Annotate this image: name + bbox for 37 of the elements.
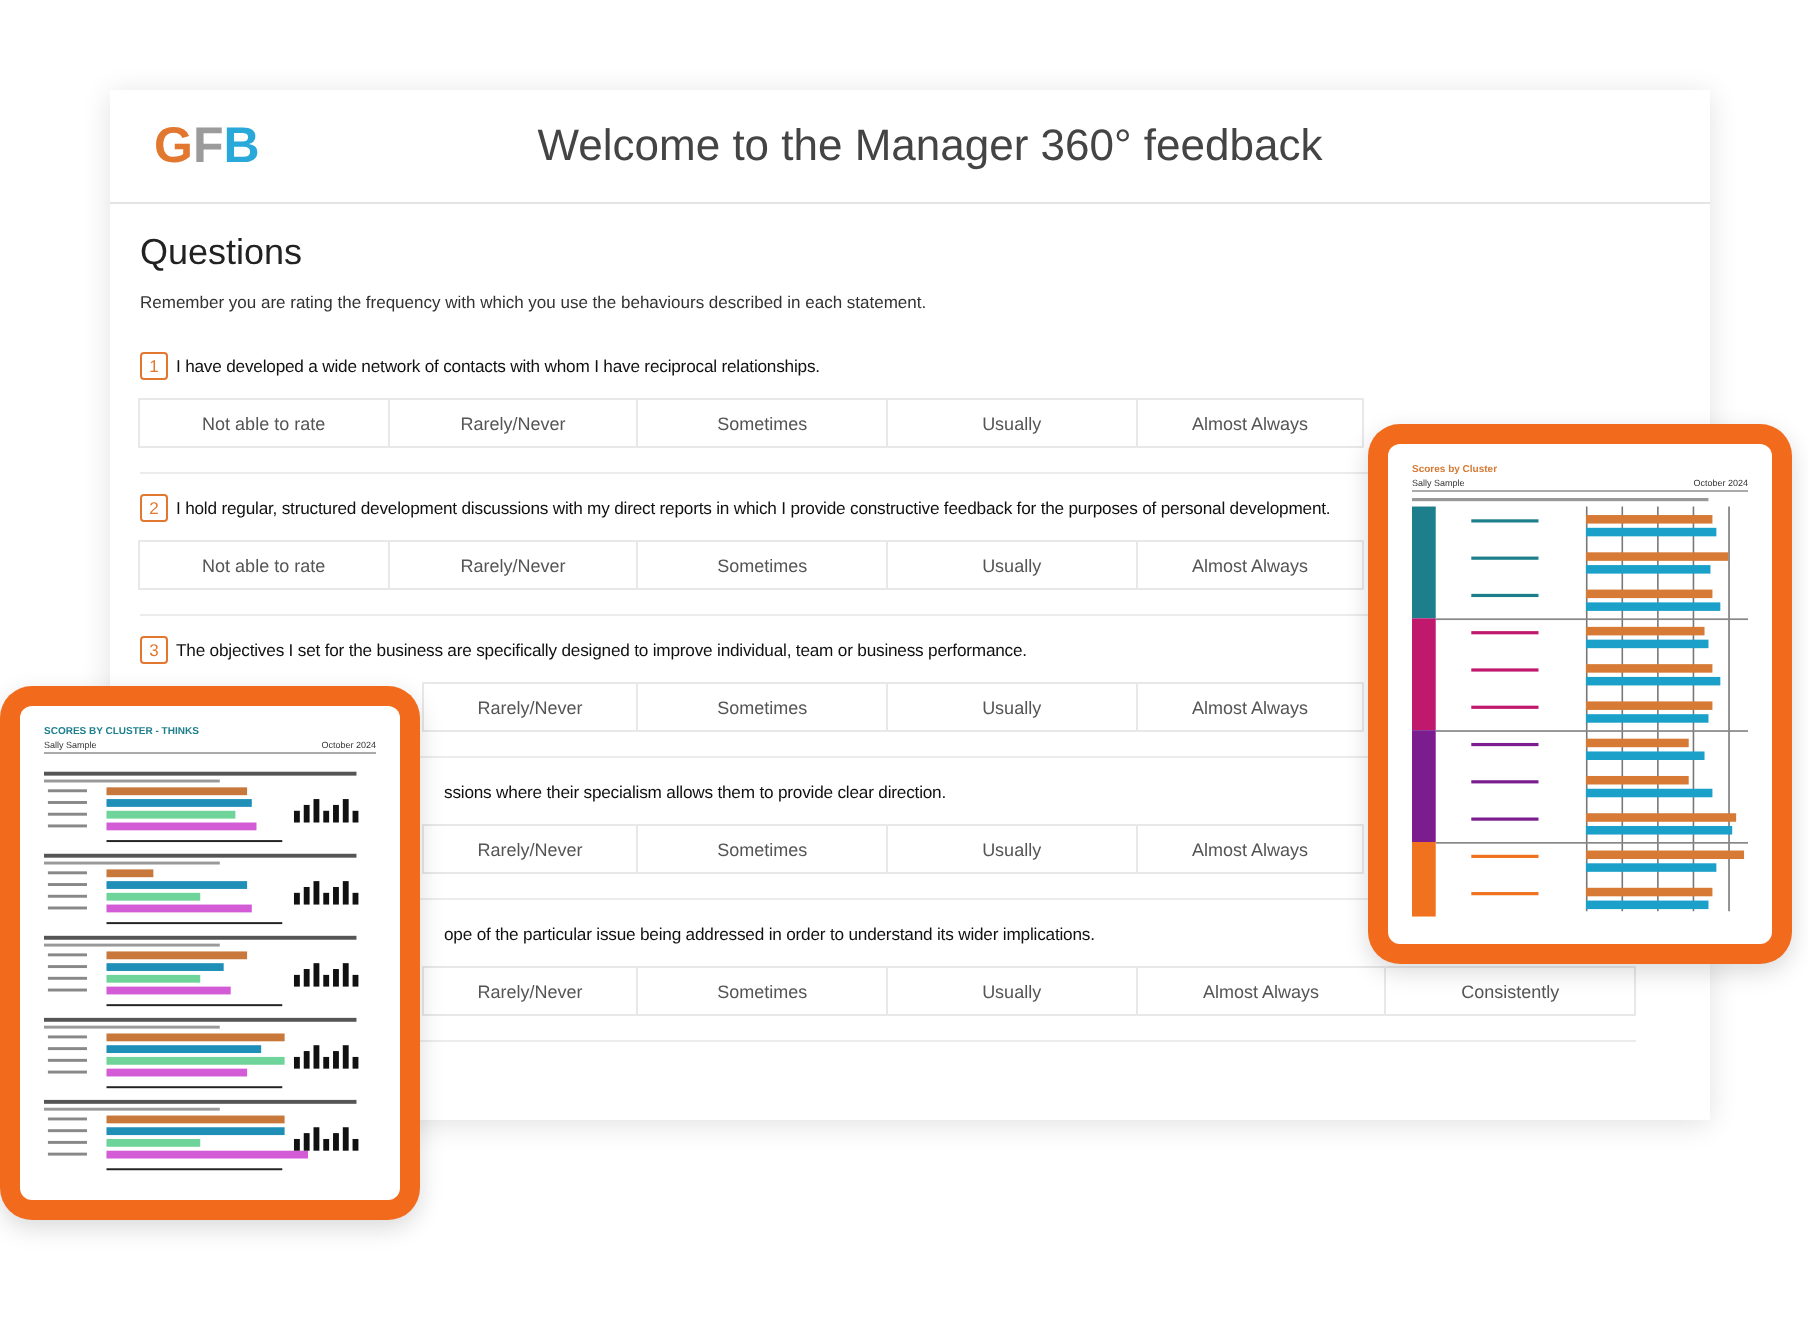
logo-letter: F <box>192 117 224 175</box>
question-text: ope of the particular issue being addressed in order to understand its wider implications. <box>444 924 1095 944</box>
rating-option[interactable]: Sometimes <box>636 540 888 590</box>
logo-letter: G <box>154 117 193 175</box>
rating-option[interactable]: Sometimes <box>636 682 888 732</box>
section-heading: Questions <box>140 232 305 274</box>
rating-option[interactable]: Usually <box>885 966 1138 1016</box>
page-title: Welcome to the Manager 360° feedback <box>535 120 1325 172</box>
rating-option[interactable]: Almost Always <box>1135 540 1365 590</box>
rating-option[interactable]: Sometimes <box>636 824 888 874</box>
rating-option[interactable]: Usually <box>885 540 1138 590</box>
question-text: The objectives I set for the business are specifically designed to improve individual, team or business performance. <box>176 640 1027 660</box>
rating-option[interactable]: Rarely/Never <box>421 682 639 732</box>
question-text: I hold regular, structured development discussions with my direct reports in which I provide constructive feedback for the purposes of personal development. <box>176 498 1331 518</box>
rating-option[interactable]: Usually <box>885 824 1138 874</box>
rating-option[interactable]: Almost Always <box>1135 398 1365 448</box>
question-number: 3 <box>140 636 168 664</box>
rating-option[interactable]: Almost Always <box>1135 824 1365 874</box>
rating-option[interactable]: Rarely/Never <box>387 540 639 590</box>
rating-option[interactable]: Rarely/Never <box>421 824 639 874</box>
question-text: ssions where their specialism allows them to provide clear direction. <box>444 782 947 802</box>
rating-option[interactable]: Consistently <box>1384 966 1636 1016</box>
question-number: 1 <box>140 352 168 380</box>
logo-letter: B <box>223 117 260 175</box>
rating-option[interactable]: Almost Always <box>1135 966 1387 1016</box>
rating-option[interactable]: Sometimes <box>636 398 888 448</box>
rating-option[interactable]: Usually <box>885 398 1138 448</box>
rating-option[interactable]: Almost Always <box>1135 682 1365 732</box>
question-text: I have developed a wide network of contacts with whom I have reciprocal relationships. <box>176 356 820 376</box>
question-number: 2 <box>140 494 168 522</box>
rating-option[interactable]: Rarely/Never <box>387 398 639 448</box>
rating-option[interactable]: Not able to rate <box>138 398 390 448</box>
rating-option[interactable]: Usually <box>885 682 1138 732</box>
rating-option[interactable]: Sometimes <box>636 966 888 1016</box>
instruction-text: Remember you are rating the frequency with which you use the behaviours described in each statement. <box>140 292 929 312</box>
rating-option[interactable]: Not able to rate <box>138 540 390 590</box>
rating-option[interactable]: Rarely/Never <box>421 966 639 1016</box>
